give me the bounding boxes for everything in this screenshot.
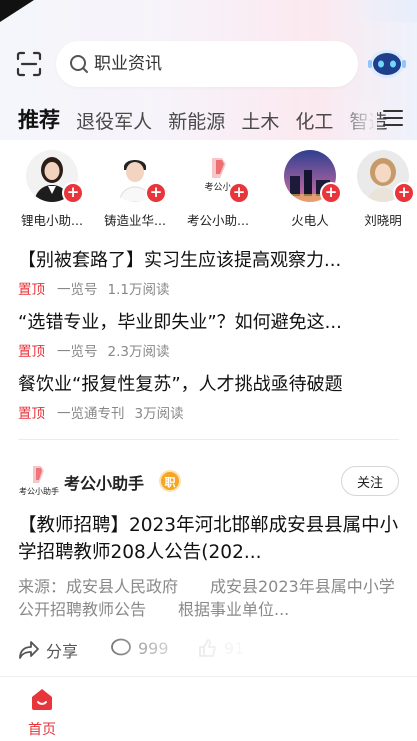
follow-name: 刘晓明 xyxy=(364,213,402,228)
follow-button[interactable]: 关注 xyxy=(341,466,399,496)
pinned-news-item[interactable]: 餐饮业“报复性复苏”，人才挑战亟待破题 置顶 一览通专刊 3万阅读 xyxy=(18,370,403,422)
tab-new-energy[interactable]: 新能源 xyxy=(168,107,225,134)
follow-item[interactable]: + 刘晓明 xyxy=(343,150,417,229)
bottom-nav: 首页 xyxy=(0,676,417,741)
pinned-news-item[interactable]: 【别被套路了】实习生应该提高观察力... 置顶 一览号 1.1万阅读 xyxy=(18,246,403,298)
pinned-badge: 置顶 xyxy=(18,344,45,360)
news-source: 一览通专刊 xyxy=(57,406,125,422)
status-bar-area xyxy=(347,0,417,22)
author-name[interactable]: 考公小助手 xyxy=(64,470,144,494)
job-badge: 职 xyxy=(159,470,181,492)
nav-home[interactable]: 首页 xyxy=(20,687,64,739)
add-follow-icon[interactable]: + xyxy=(62,182,84,204)
add-follow-icon[interactable]: + xyxy=(393,182,415,204)
tab-chemical[interactable]: 化工 xyxy=(295,107,333,134)
author-avatar[interactable]: 考公小助手 xyxy=(18,464,59,500)
author-row: 考公小助手 考公小助手 职 关注 xyxy=(18,460,403,504)
news-reads: 3万阅读 xyxy=(134,406,184,422)
news-reads: 2.3万阅读 xyxy=(107,344,170,360)
pinned-badge: 置顶 xyxy=(18,406,45,422)
home-icon xyxy=(32,689,52,710)
news-title[interactable]: 【别被套路了】实习生应该提高观察力... xyxy=(18,246,403,272)
actions-fade-overlay xyxy=(90,626,390,668)
search-icon xyxy=(70,55,88,73)
news-title[interactable]: “选错专业，毕业即失业”？如何避免这... xyxy=(18,308,403,334)
follow-name: 考公小助... xyxy=(187,213,249,228)
search-row xyxy=(0,40,417,88)
status-bar-corner xyxy=(0,0,34,22)
add-follow-icon[interactable]: + xyxy=(320,182,342,204)
search-input[interactable] xyxy=(94,50,344,78)
news-source: 一览号 xyxy=(57,282,98,298)
follow-item[interactable]: + 锂电小助... xyxy=(12,150,92,229)
share-icon xyxy=(19,641,39,659)
follow-item[interactable]: + 铸造业华... xyxy=(95,150,175,229)
share-label: 分享 xyxy=(46,642,79,661)
nav-home-label: 首页 xyxy=(28,722,56,738)
ai-robot-icon[interactable] xyxy=(367,45,407,81)
add-follow-icon[interactable]: + xyxy=(145,182,167,204)
menu-icon[interactable] xyxy=(383,110,403,128)
news-reads: 1.1万阅读 xyxy=(107,282,170,298)
news-title[interactable]: 餐饮业“报复性复苏”，人才挑战亟待破题 xyxy=(18,370,403,396)
tab-veterans[interactable]: 退役军人 xyxy=(76,107,152,134)
follow-name: 火电人 xyxy=(291,213,329,228)
kaogong-logo-icon xyxy=(33,466,44,483)
search-box[interactable] xyxy=(56,41,358,87)
divider xyxy=(18,439,399,440)
tabs-fade xyxy=(337,100,377,138)
pinned-badge: 置顶 xyxy=(18,282,45,298)
follow-suggestions: + 锂电小助... + 铸造业华... 考公小 + 考公小助... + 火电人 … xyxy=(0,150,417,230)
article-title[interactable]: 【教师招聘】2023年河北邯郸成安县县属中小学招聘教师208人公告(202... xyxy=(18,512,403,566)
add-follow-icon[interactable]: + xyxy=(228,182,250,204)
author-logo-text: 考公小助手 xyxy=(19,487,59,496)
follow-name: 铸造业华... xyxy=(104,213,166,228)
follow-name: 锂电小助... xyxy=(21,213,83,228)
tab-recommend[interactable]: 推荐 xyxy=(18,104,60,134)
news-meta: 置顶 一览号 1.1万阅读 xyxy=(18,278,403,298)
follow-item[interactable]: 考公小 + 考公小助... xyxy=(178,150,258,229)
tab-civil[interactable]: 土木 xyxy=(241,107,279,134)
article-summary[interactable]: 来源：成安县人民政府 成安县2023年县属中小学公开招聘教师公告 根据事业单位.… xyxy=(18,575,403,621)
news-meta: 置顶 一览号 2.3万阅读 xyxy=(18,340,403,360)
share-button[interactable]: 分享 xyxy=(18,638,78,662)
news-meta: 置顶 一览通专刊 3万阅读 xyxy=(18,402,403,422)
scan-icon[interactable] xyxy=(16,51,42,77)
pinned-news-item[interactable]: “选错专业，毕业即失业”？如何避免这... 置顶 一览号 2.3万阅读 xyxy=(18,308,403,360)
follow-item[interactable]: + 火电人 xyxy=(270,150,350,229)
news-source: 一览号 xyxy=(57,344,98,360)
